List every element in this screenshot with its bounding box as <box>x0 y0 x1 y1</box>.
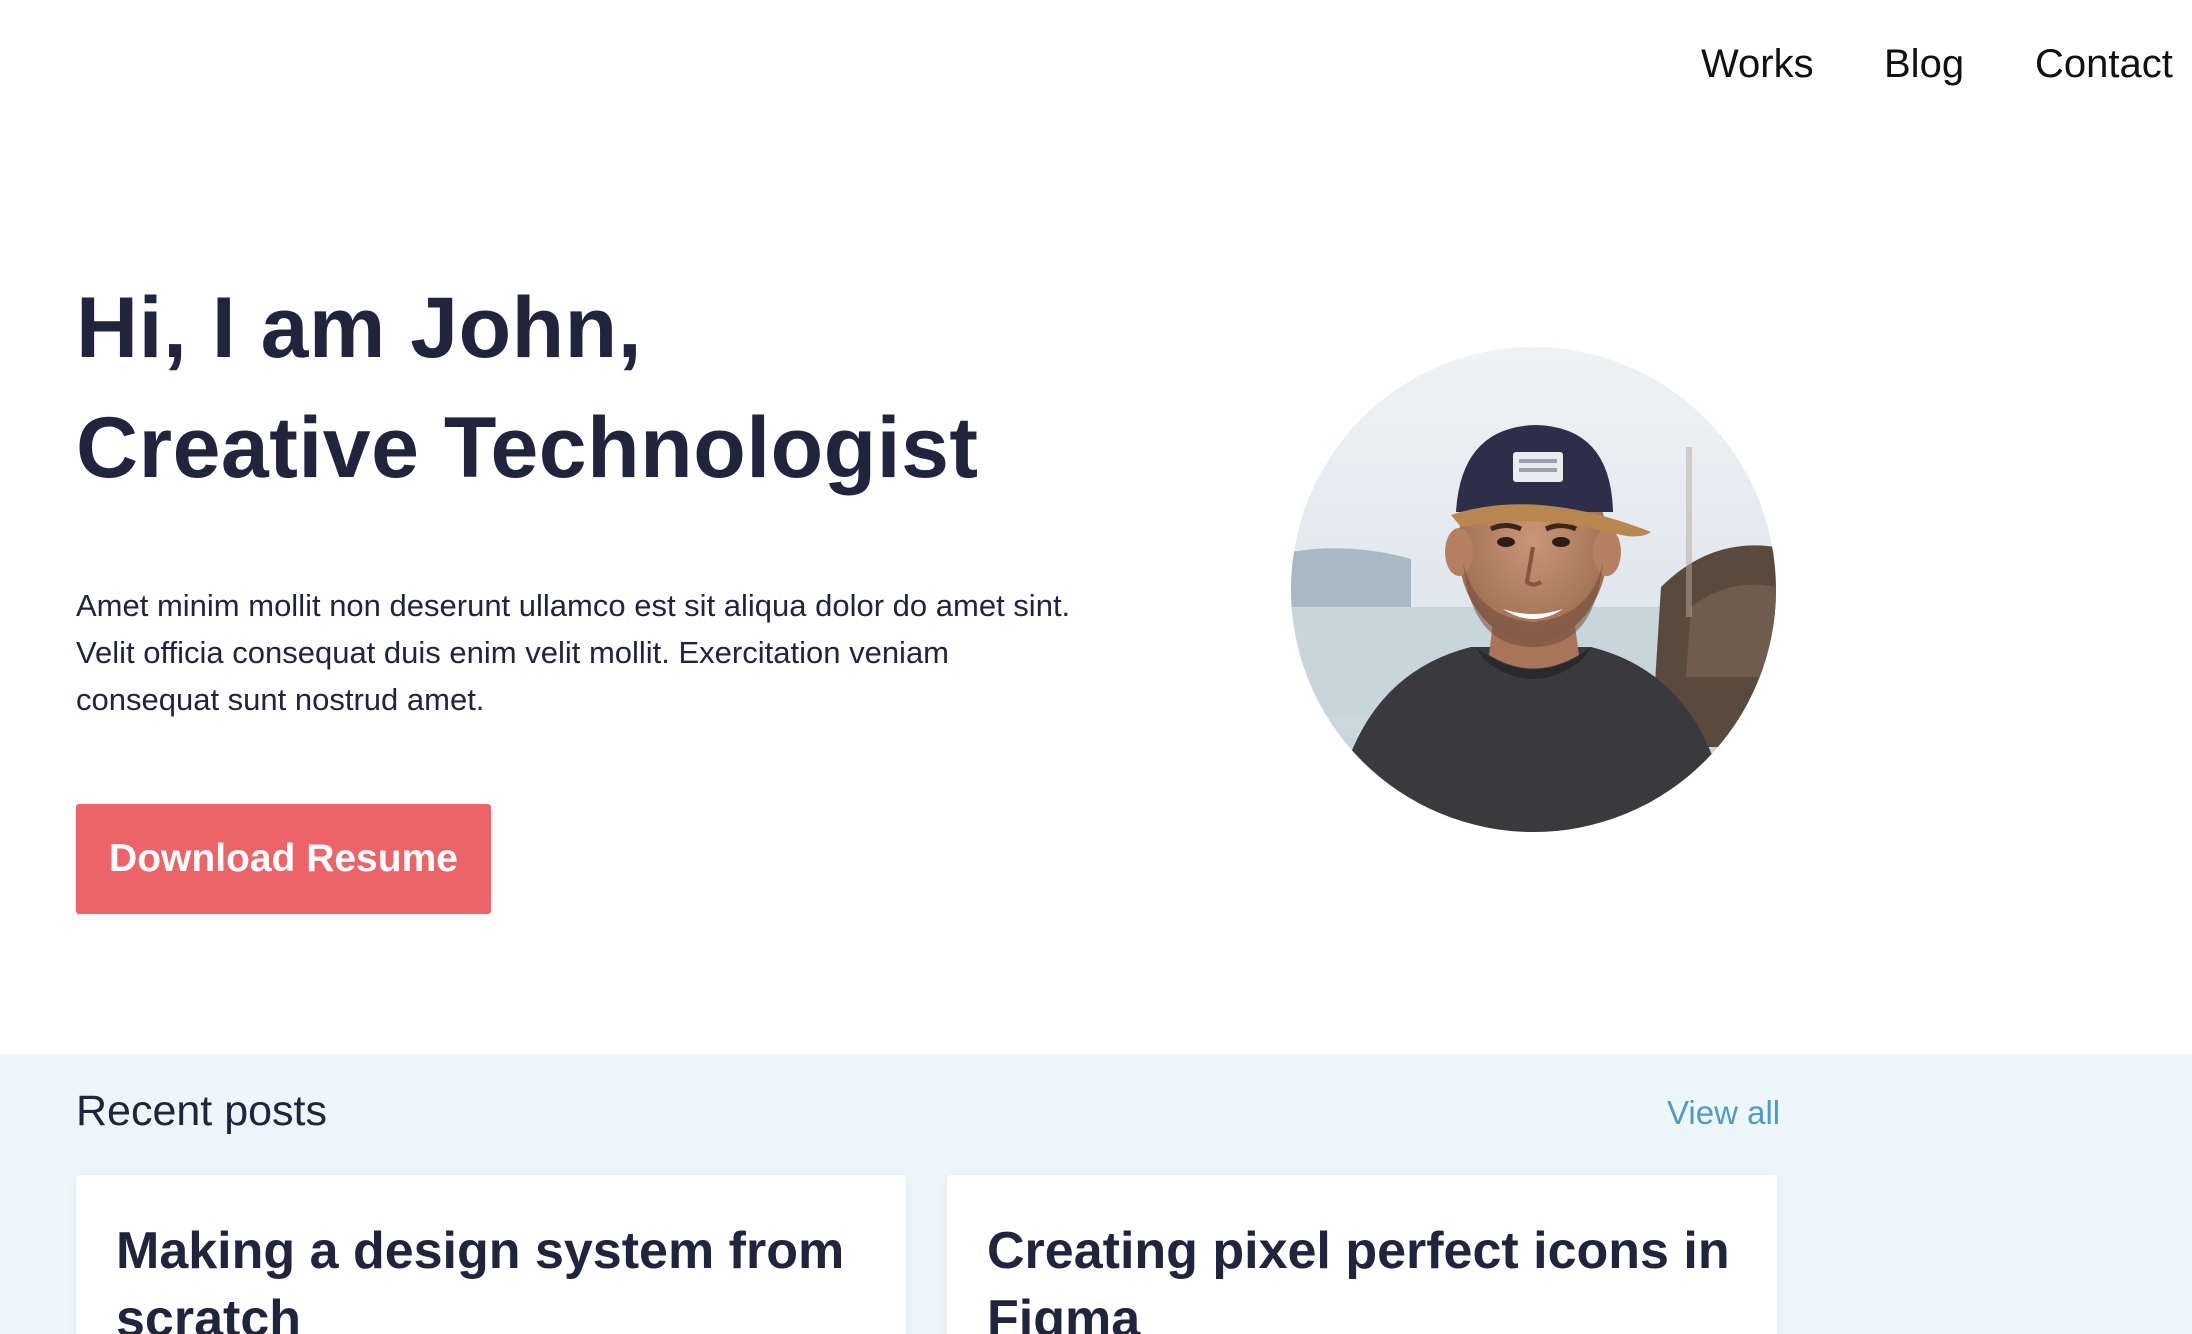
recent-posts-section: Recent posts View all Making a design sy… <box>0 1054 2192 1334</box>
avatar-photo <box>1291 347 1776 832</box>
page: Works Blog Contact Hi, I am John, Creati… <box>0 0 2192 1334</box>
hero-title: Hi, I am John, Creative Technologist <box>76 268 979 508</box>
view-all-link[interactable]: View all <box>1667 1094 1780 1132</box>
download-resume-button[interactable]: Download Resume <box>76 804 491 914</box>
post-card[interactable]: Creating pixel perfect icons in Figma <box>947 1175 1777 1334</box>
nav-link-works[interactable]: Works <box>1701 42 1814 87</box>
post-title[interactable]: Creating pixel perfect icons in Figma <box>987 1217 1747 1334</box>
post-title[interactable]: Making a design system from scratch <box>116 1217 876 1334</box>
nav-link-blog[interactable]: Blog <box>1884 42 1964 87</box>
hero-title-line-1: Hi, I am John, <box>76 280 643 376</box>
post-card[interactable]: Making a design system from scratch <box>76 1175 906 1334</box>
recent-posts-heading: Recent posts <box>76 1087 327 1135</box>
avatar <box>1291 347 1776 832</box>
hero-description: Amet minim mollit non deserunt ullamco e… <box>76 588 1071 717</box>
hero-title-line-2: Creative Technologist <box>76 400 979 496</box>
top-nav: Works Blog Contact <box>0 42 2192 102</box>
nav-link-contact[interactable]: Contact <box>2035 42 2173 87</box>
